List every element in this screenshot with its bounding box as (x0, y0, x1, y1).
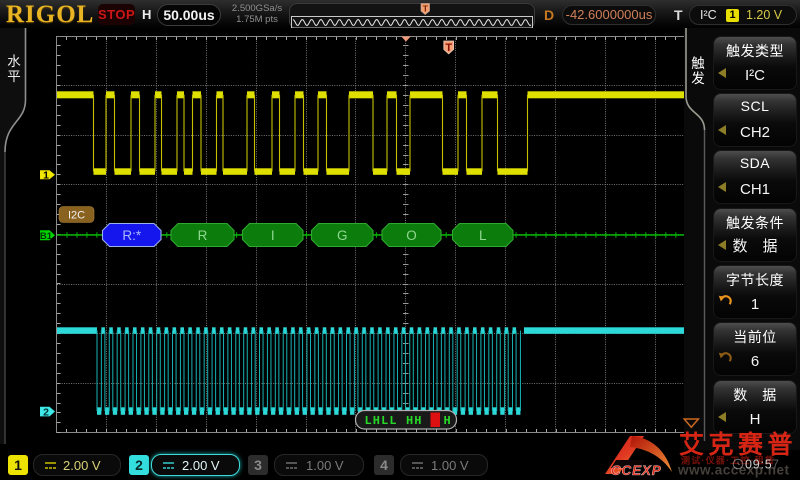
svg-text:T: T (445, 42, 452, 54)
svg-text:I2C: I2C (68, 210, 85, 222)
svg-text:平: 平 (7, 69, 21, 84)
svg-text:LHLL HH: LHLL HH (365, 414, 423, 428)
svg-text:发: 发 (691, 71, 705, 86)
svg-text:B1: B1 (40, 231, 53, 242)
svg-text:R:*: R:* (122, 228, 142, 243)
svg-text:触: 触 (691, 56, 705, 71)
svg-text:水: 水 (7, 54, 21, 69)
svg-text:7: 7 (772, 458, 779, 472)
svg-text:H: H (444, 414, 451, 428)
svg-text:L: L (479, 228, 487, 243)
svg-text:09:5: 09:5 (745, 458, 773, 472)
svg-text:2: 2 (43, 407, 49, 419)
svg-text:1: 1 (43, 169, 49, 181)
svg-text:O: O (406, 228, 417, 243)
svg-text:R: R (198, 228, 208, 243)
svg-text:I: I (271, 228, 275, 243)
svg-text:CCEXP: CCEXP (611, 463, 662, 478)
svg-text:G: G (337, 228, 348, 243)
